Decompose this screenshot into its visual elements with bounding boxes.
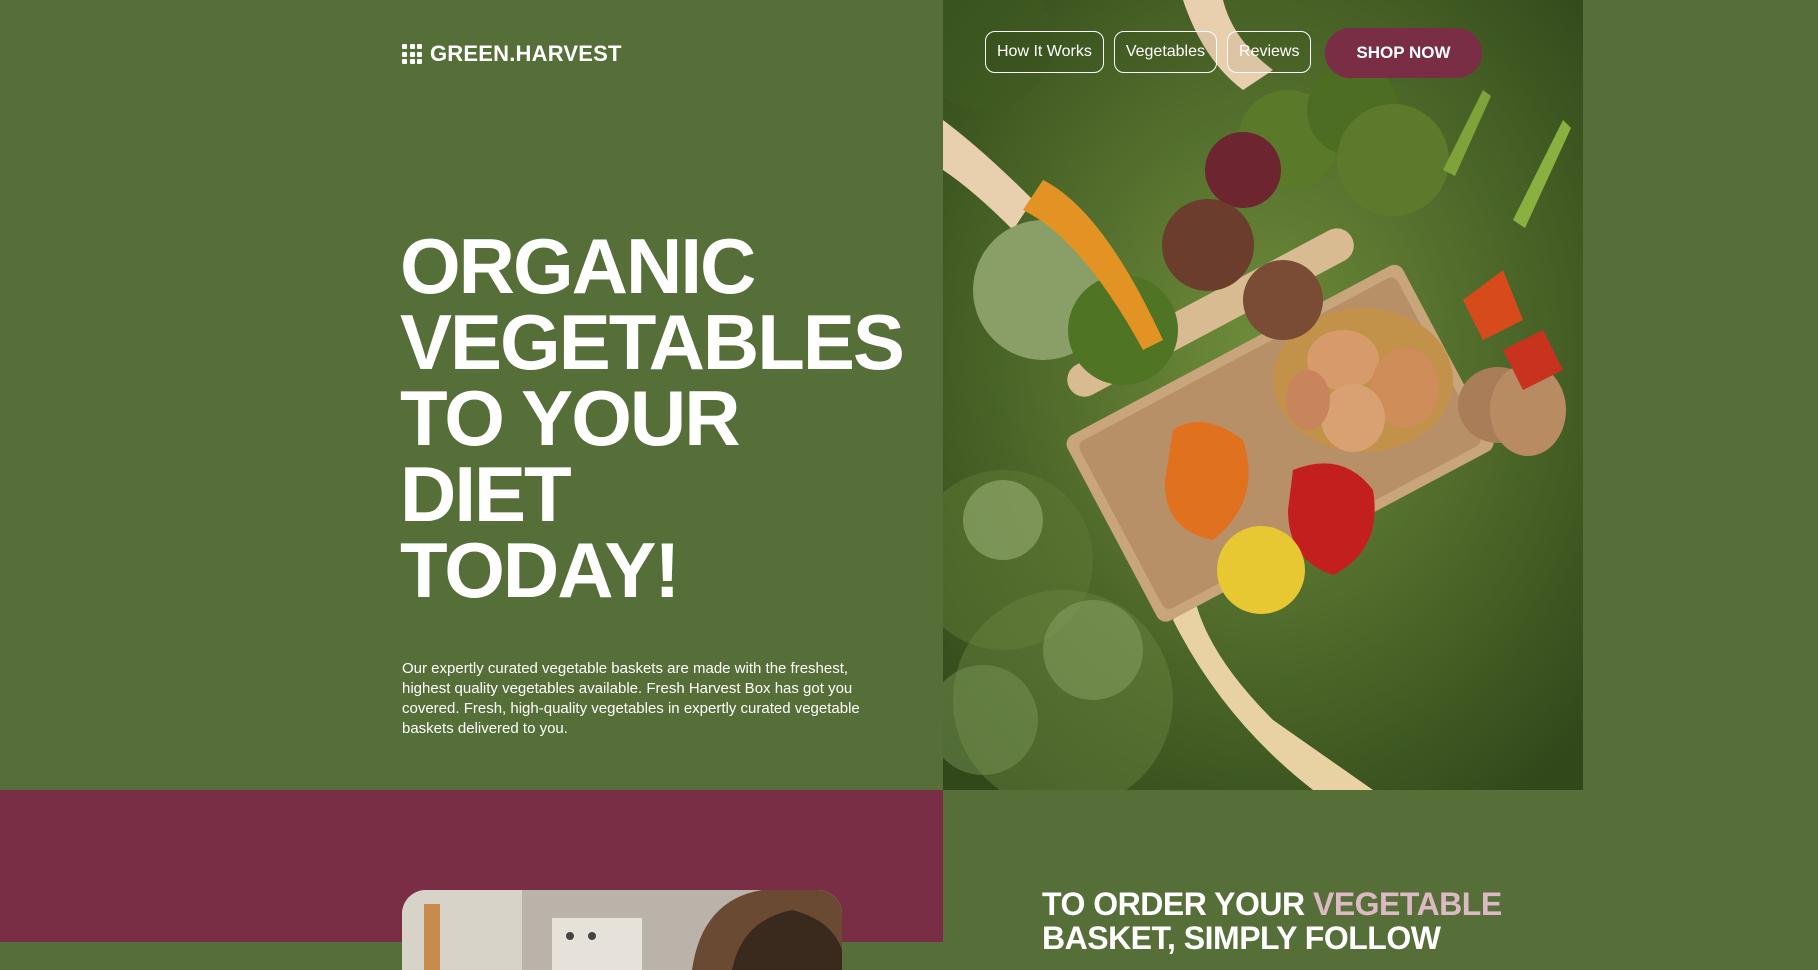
headline-line: TO YOUR DIET <box>400 374 741 538</box>
brand-logo[interactable]: GREEN.HARVEST <box>402 41 622 67</box>
shop-now-button[interactable]: SHOP NOW <box>1325 28 1482 78</box>
order-steps-heading: TO ORDER YOUR VEGETABLE BASKET, SIMPLY F… <box>1042 887 1522 955</box>
grid-icon <box>402 44 422 64</box>
nav-link-reviews[interactable]: Reviews <box>1227 31 1312 73</box>
order-heading-accent: VEGETABLE <box>1312 886 1502 922</box>
hero-image-vegetable-basket <box>943 0 1583 790</box>
headline-line: VEGETABLES <box>400 298 905 386</box>
hero-headline: ORGANIC VEGETABLES TO YOUR DIET TODAY! <box>400 222 920 614</box>
nav-link-how-it-works[interactable]: How It Works <box>985 31 1104 73</box>
order-heading-text-line2: BASKET, SIMPLY FOLLOW <box>1042 920 1441 956</box>
hero-description: Our expertly curated vegetable baskets a… <box>402 660 860 737</box>
main-navigation: How It Works Vegetables Reviews <box>985 31 1312 73</box>
order-heading-text: TO ORDER YOUR <box>1042 886 1313 922</box>
nav-link-vegetables[interactable]: Vegetables <box>1113 31 1218 73</box>
customer-photo-card <box>402 890 842 970</box>
brand-name: GREEN.HARVEST <box>430 41 622 66</box>
headline-line: ORGANIC <box>400 222 756 310</box>
headline-line: TODAY! <box>400 526 680 614</box>
vegetable-basket-illustration <box>943 0 1583 790</box>
right-background <box>1583 0 1818 790</box>
customer-photo <box>402 890 842 970</box>
